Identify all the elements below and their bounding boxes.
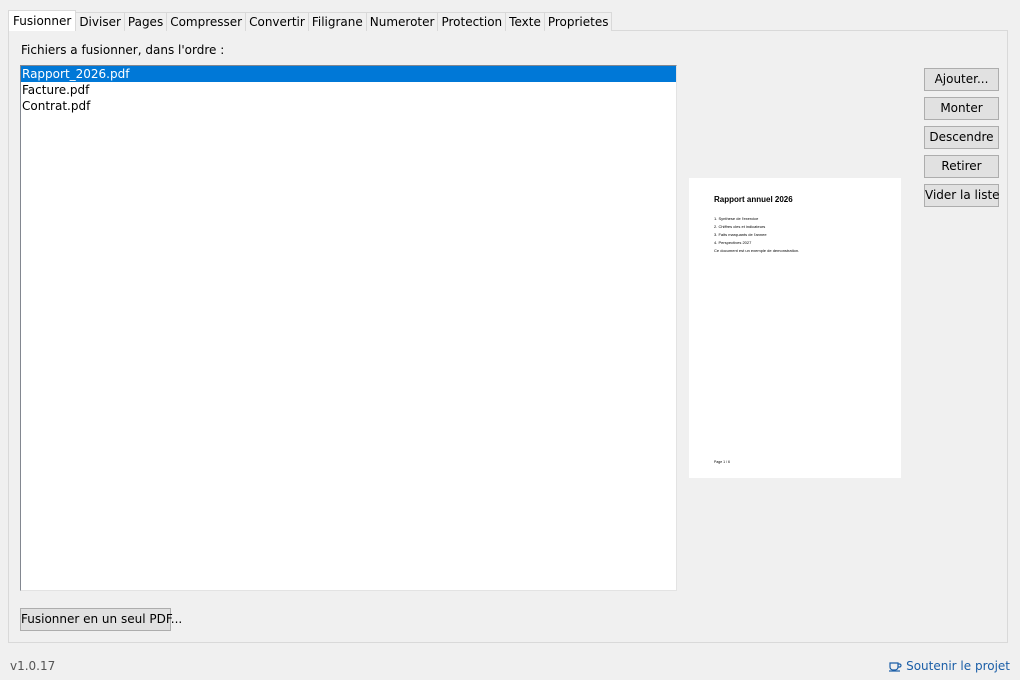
file-list-item-contrat[interactable]: Contrat.pdf — [21, 98, 676, 114]
move-down-button[interactable]: Descendre — [924, 126, 999, 149]
tab-pages[interactable]: Pages — [123, 12, 168, 31]
preview-title: Rapport annuel 2026 — [714, 195, 793, 204]
tab-protection[interactable]: Protection — [437, 12, 507, 31]
tab-fusionner[interactable]: Fusionner — [8, 10, 77, 31]
preview-line: Ce document est un exemple de demonstrat… — [714, 248, 800, 253]
preview-body: 1. Synthese de l'exercice 2. Chiffres cl… — [714, 215, 799, 255]
clear-list-button[interactable]: Vider la liste — [924, 184, 1000, 207]
support-link-label: Soutenir le projet — [906, 659, 1010, 673]
move-up-button[interactable]: Monter — [924, 97, 999, 120]
tab-filigrane[interactable]: Filigrane — [307, 12, 367, 31]
pdf-preview: Rapport annuel 2026 1. Synthese de l'exe… — [689, 178, 901, 478]
merge-panel: Fichiers a fusionner, dans l'ordre : Rap… — [8, 30, 1008, 643]
preview-page-footer: Page 1 / 6 — [714, 460, 730, 464]
add-button[interactable]: Ajouter... — [924, 68, 999, 91]
tab-compresser[interactable]: Compresser — [166, 12, 247, 31]
tab-diviser[interactable]: Diviser — [75, 12, 125, 31]
support-link[interactable]: Soutenir le projet — [888, 659, 1010, 673]
remove-button[interactable]: Retirer — [924, 155, 999, 178]
tab-bar: Fusionner Diviser Pages Compresser Conve… — [8, 10, 613, 31]
tab-numeroter[interactable]: Numeroter — [365, 12, 439, 31]
preview-line: 2. Chiffres cles et indicateurs — [714, 224, 766, 229]
version-label: v1.0.17 — [10, 659, 56, 673]
tab-convertir[interactable]: Convertir — [245, 12, 309, 31]
tab-proprietes[interactable]: Proprietes — [543, 12, 613, 31]
preview-line: 1. Synthese de l'exercice — [714, 216, 759, 221]
preview-line: 3. Faits marquants de l'annee — [714, 232, 767, 237]
coffee-cup-icon — [889, 662, 902, 672]
merge-pdf-button[interactable]: Fusionner en un seul PDF... — [20, 608, 182, 631]
file-list-label: Fichiers a fusionner, dans l'ordre : — [21, 43, 225, 57]
preview-line: 4. Perspectives 2027 — [714, 240, 752, 245]
file-list-item-rapport[interactable]: Rapport_2026.pdf — [21, 66, 676, 82]
tab-texte[interactable]: Texte — [505, 12, 545, 31]
file-list-item-facture[interactable]: Facture.pdf — [21, 82, 676, 98]
file-list[interactable]: Rapport_2026.pdf Facture.pdf Contrat.pdf — [20, 65, 677, 591]
